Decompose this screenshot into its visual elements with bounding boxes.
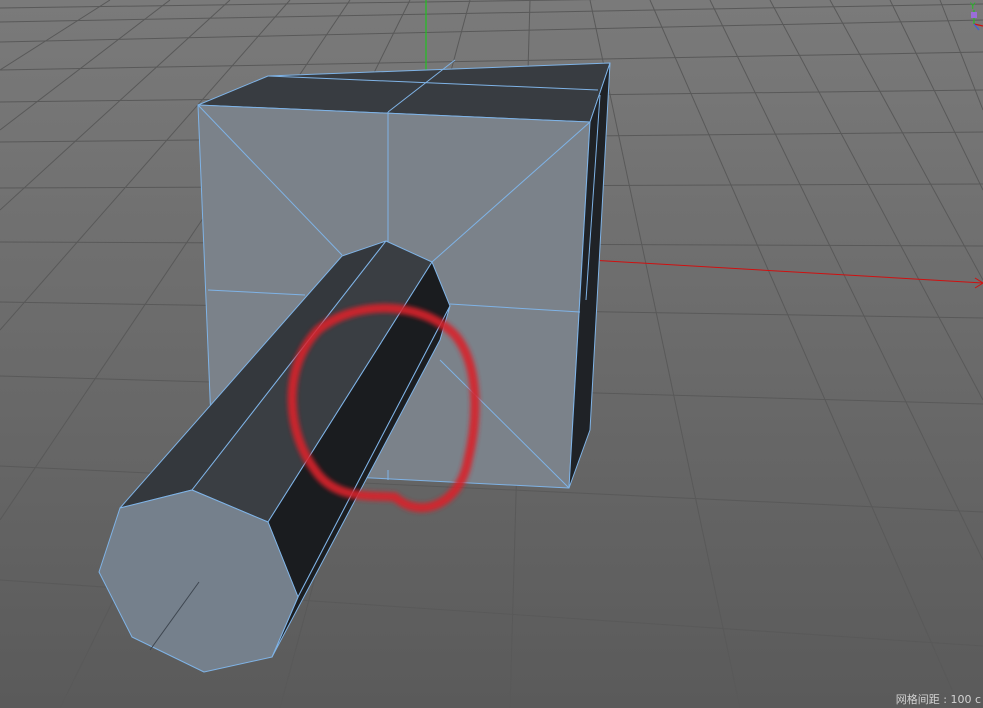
- gizmo-y-label: Y: [969, 2, 976, 12]
- viewport-scene[interactable]: [0, 0, 983, 708]
- axis-gizmo-icon[interactable]: Y: [967, 0, 983, 34]
- 3d-viewport[interactable]: Y 网格间距 : 100 c: [0, 0, 983, 708]
- grid-spacing-label: 网格间距 : 100 c: [895, 693, 981, 706]
